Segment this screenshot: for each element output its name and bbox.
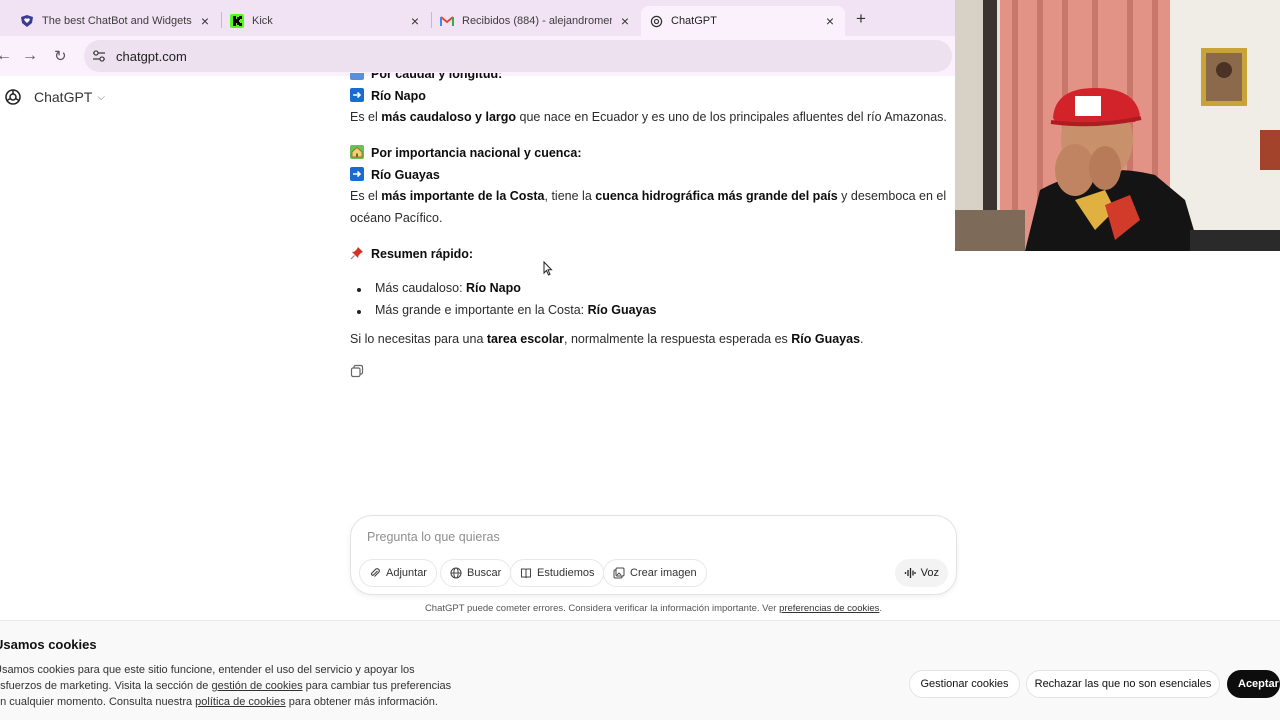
disclaimer: ChatGPT puede cometer errores. Considera…: [424, 603, 883, 614]
url-text: chatgpt.com: [116, 48, 187, 64]
close-tab-icon[interactable]: ×: [198, 13, 212, 29]
site-settings-icon[interactable]: [92, 49, 106, 63]
summary-item: Más caudaloso: Río Napo: [375, 281, 521, 295]
heart-shield-icon: [20, 14, 34, 28]
chatgpt-logo-icon: [5, 89, 21, 105]
paperclip-icon: [370, 568, 380, 577]
tab-chatgpt[interactable]: ChatGPT ×: [641, 6, 845, 36]
cookie-preferences-link[interactable]: preferencias de cookies: [779, 603, 879, 614]
webcam-overlay: [955, 0, 1280, 251]
napo-description: Es el más caudaloso y largo que nace en …: [350, 110, 947, 124]
summary-item: Más grande e importante en la Costa: Río…: [375, 303, 657, 317]
kick-logo-icon: [230, 14, 244, 28]
house-emoji-icon: [350, 145, 364, 159]
address-bar: ← → ↻ chatgpt.com: [0, 36, 955, 76]
guayas-description-cont: océano Pacífico.: [350, 211, 443, 225]
attach-button[interactable]: Adjuntar: [359, 559, 437, 587]
chatgpt-logo-icon: [649, 14, 663, 28]
new-tab-icon[interactable]: +: [856, 9, 866, 29]
cookie-banner: Usamos cookies Usamos cookies para que e…: [0, 620, 1280, 720]
tab-title: The best ChatBot and Widgets: [42, 15, 192, 27]
waveform-icon: [904, 568, 916, 578]
tab-gmail[interactable]: Recibidos (884) - alejandromerc ×: [432, 6, 640, 36]
message-composer[interactable]: Pregunta lo que quieras Adjuntar Buscar …: [350, 515, 957, 595]
napo-heading: Río Napo: [350, 88, 426, 103]
image-icon: [613, 567, 625, 579]
cookie-title: Usamos cookies: [0, 637, 97, 652]
right-arrow-emoji-icon: [350, 167, 364, 181]
prompt-input[interactable]: Pregunta lo que quieras: [367, 530, 500, 544]
reload-icon[interactable]: ↻: [54, 47, 67, 65]
search-button[interactable]: Buscar: [440, 559, 512, 587]
globe-icon: [450, 567, 462, 579]
summary-heading: Resumen rápido:: [350, 246, 473, 261]
close-tab-icon[interactable]: ×: [618, 13, 632, 29]
accept-all-button[interactable]: Aceptar todas: [1227, 670, 1280, 698]
back-arrow-icon[interactable]: ←: [0, 47, 12, 65]
bullet-dot: [357, 310, 361, 314]
tab-title: Recibidos (884) - alejandromerc: [462, 15, 612, 27]
chevron-down-icon: ⌵: [97, 91, 105, 103]
create-image-button[interactable]: Crear imagen: [603, 559, 707, 587]
pushpin-emoji-icon: [350, 246, 364, 260]
guayas-description: Es el más importante de la Costa, tiene …: [350, 189, 947, 203]
right-arrow-emoji-icon: [350, 88, 364, 102]
gmail-icon: [440, 14, 454, 28]
close-tab-icon[interactable]: ×: [408, 13, 422, 29]
model-selector[interactable]: ChatGPT ⌵: [4, 88, 105, 106]
manage-cookies-button[interactable]: Gestionar cookies: [909, 670, 1020, 698]
cookie-policy-link[interactable]: política de cookies: [195, 696, 286, 708]
cookie-management-link[interactable]: gestión de cookies: [211, 680, 302, 692]
tab-kick[interactable]: Kick ×: [222, 6, 430, 36]
close-tab-icon[interactable]: ×: [823, 13, 837, 29]
webcam-video-feed: [955, 0, 1280, 251]
url-omnibox[interactable]: chatgpt.com: [84, 40, 952, 72]
cookie-text: Usamos cookies para que este sitio funci…: [0, 664, 452, 708]
final-note: Si lo necesitas para una tarea escolar, …: [350, 332, 864, 346]
forward-arrow-icon[interactable]: →: [22, 47, 38, 65]
mouse-cursor-icon: [543, 261, 553, 276]
tab-chatbot-widgets[interactable]: The best ChatBot and Widgets ×: [12, 6, 220, 36]
brand-label: ChatGPT: [34, 89, 93, 105]
tab-title: Kick: [252, 15, 273, 27]
study-button[interactable]: Estudiemos: [510, 559, 605, 587]
importance-heading: Por importancia nacional y cuenca:: [350, 145, 581, 160]
browser-tab-bar: The best ChatBot and Widgets × Kick × Re…: [0, 0, 955, 36]
copy-icon[interactable]: [350, 364, 364, 378]
bullet-dot: [357, 288, 361, 292]
tab-title: ChatGPT: [671, 15, 717, 27]
guayas-heading: Río Guayas: [350, 167, 440, 182]
book-icon: [521, 568, 531, 579]
voice-button[interactable]: Voz: [894, 559, 948, 587]
reject-nonessential-button[interactable]: Rechazar las que no son esenciales: [1026, 670, 1220, 698]
